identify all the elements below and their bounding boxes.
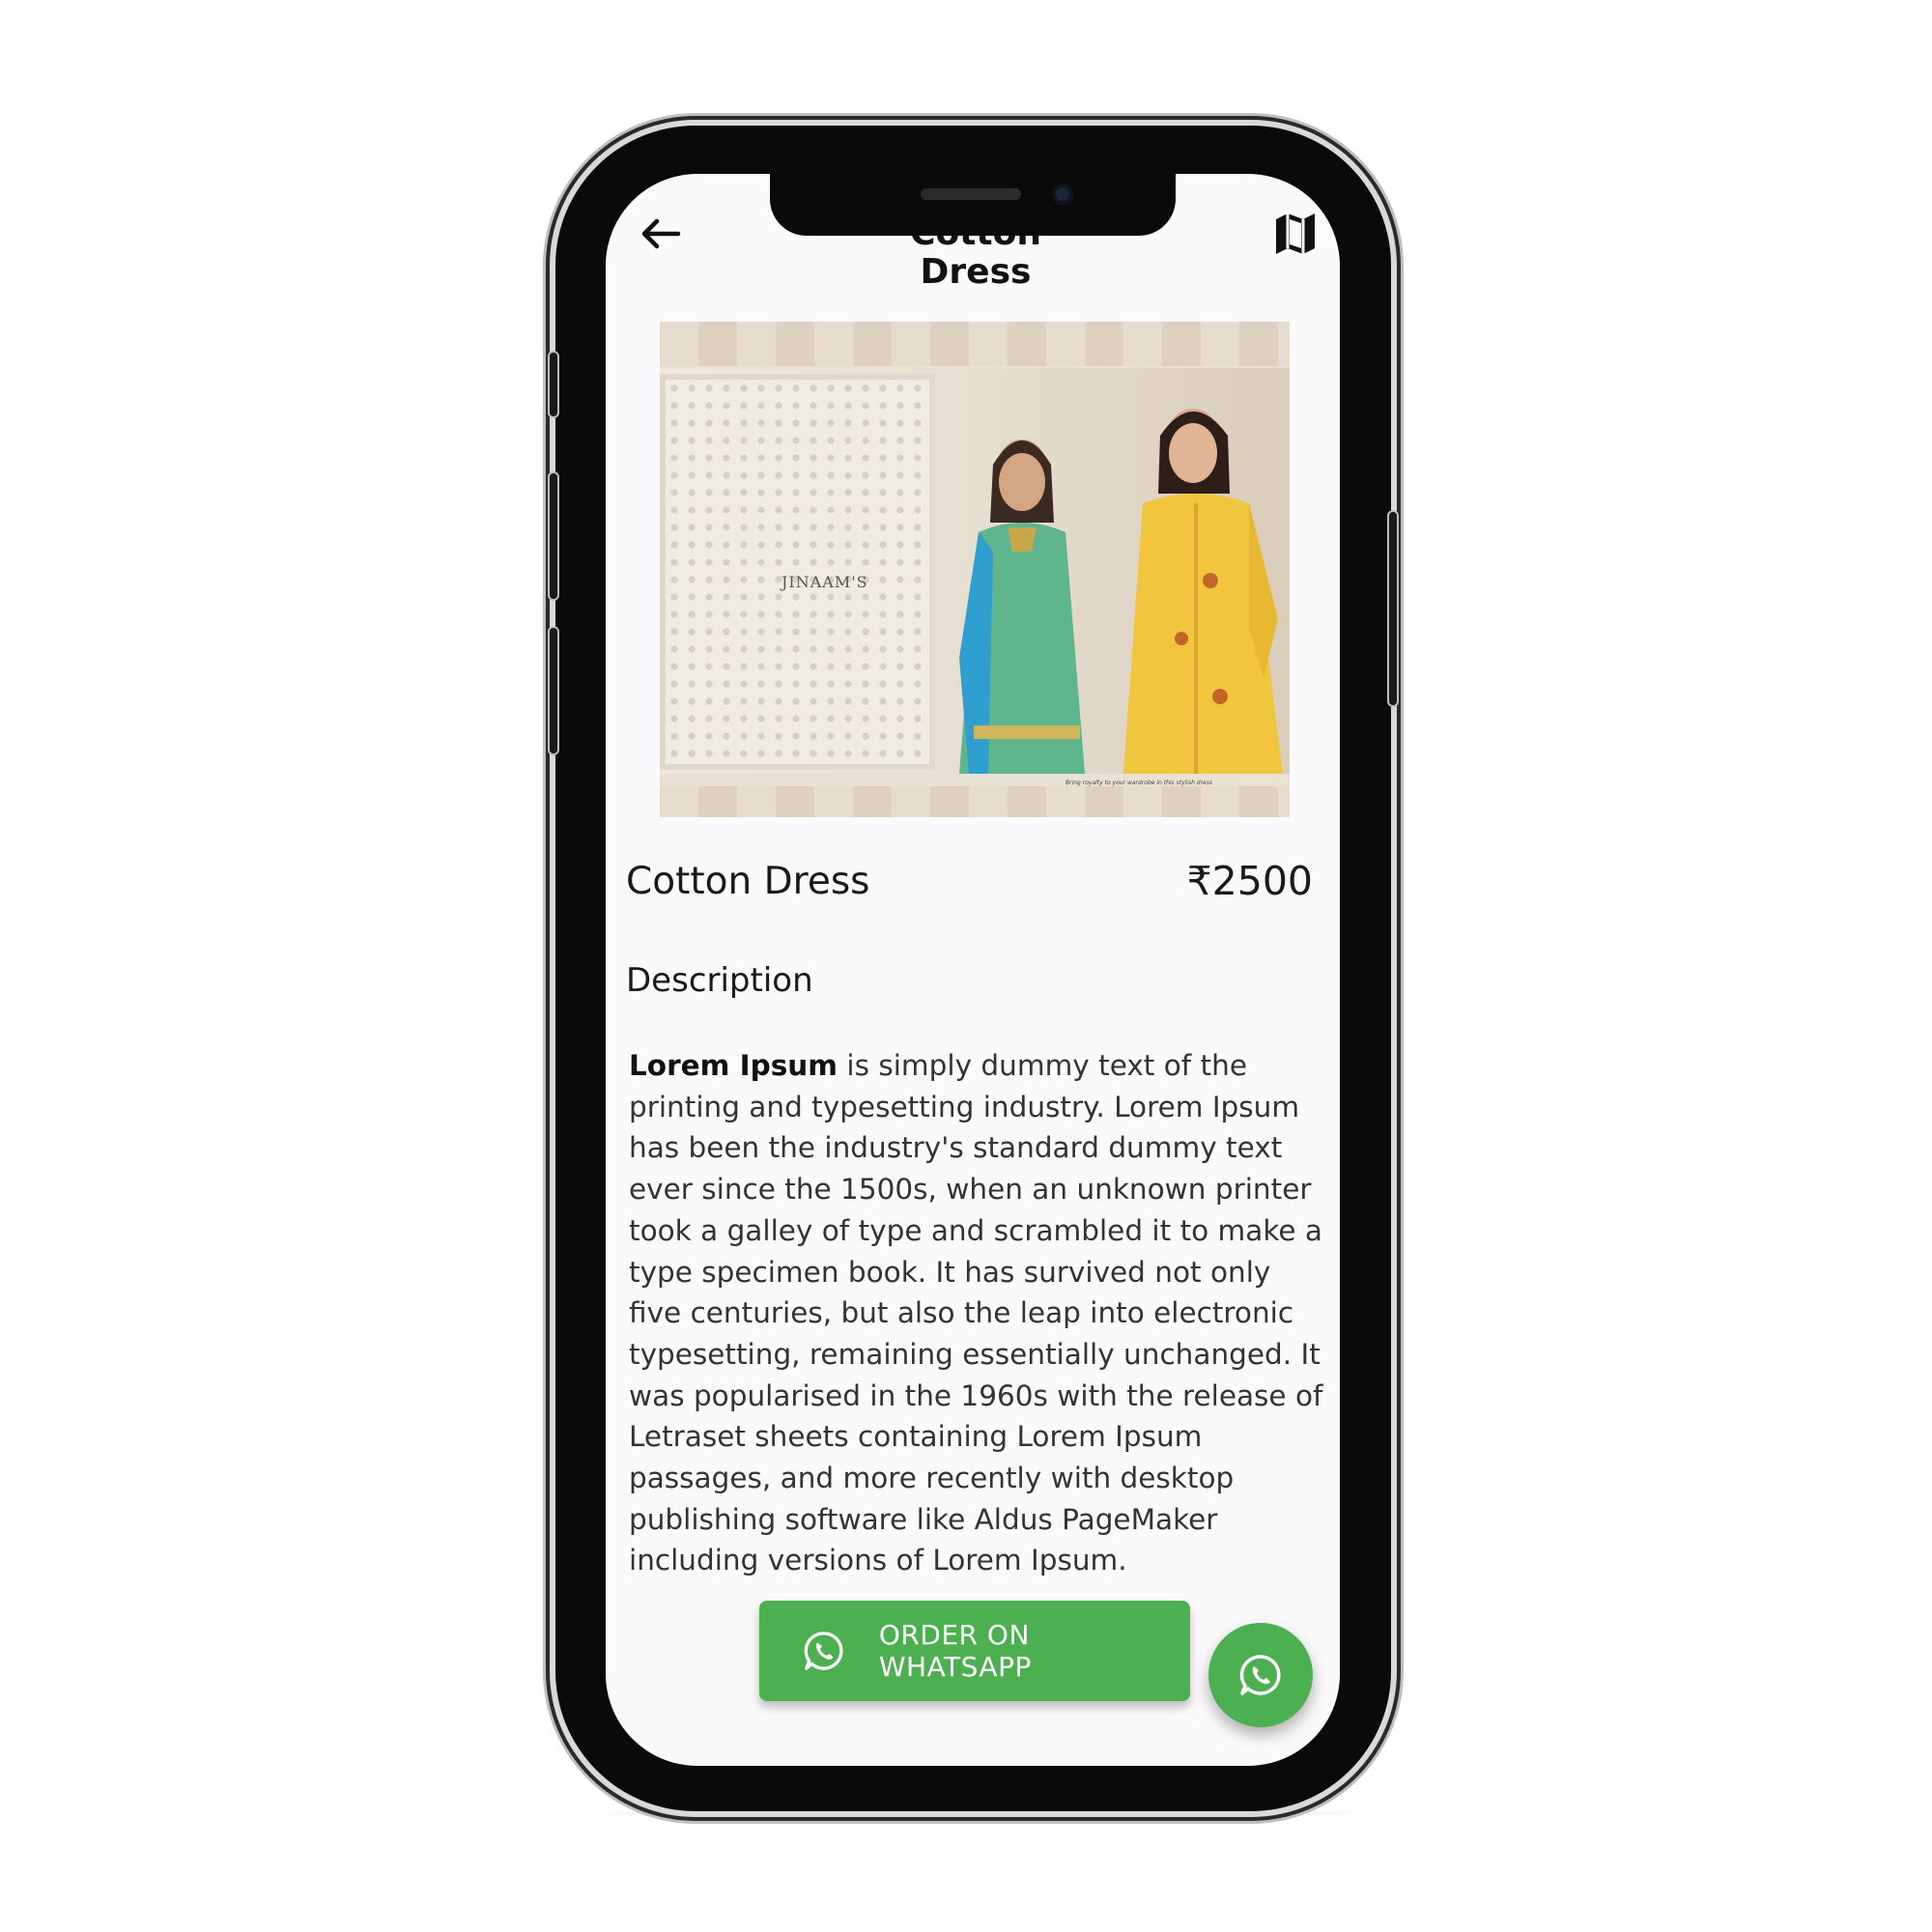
product-image: JINAAM'S Bring royalty to your wardrobe …	[660, 322, 1290, 817]
description-heading: Description	[626, 961, 813, 1000]
mute-switch	[550, 353, 557, 416]
brand-logo-text: JINAAM'S	[781, 573, 868, 591]
carved-screen-backdrop: JINAAM'S	[660, 374, 935, 770]
description-body: is simply dummy text of the printing and…	[629, 1049, 1323, 1577]
model-green-dress	[959, 440, 1085, 774]
whatsapp-icon	[804, 1632, 843, 1670]
product-name: Cotton Dress	[626, 860, 870, 903]
front-camera	[1052, 184, 1073, 205]
product-photo: JINAAM'S	[660, 368, 1290, 774]
description-text: Lorem Ipsum is simply dummy text of the …	[629, 1045, 1324, 1581]
order-on-whatsapp-button[interactable]: ORDER ON WHATSAPP	[759, 1601, 1190, 1701]
image-pattern-border-bottom	[660, 786, 1290, 817]
order-button-label: ORDER ON WHATSAPP	[878, 1619, 1032, 1683]
volume-up-button	[550, 473, 557, 599]
volume-down-button	[550, 628, 557, 753]
image-pattern-border-top	[660, 322, 1290, 366]
phone-notch	[770, 172, 1176, 236]
image-caption: Bring royalty to your wardrobe in this s…	[1065, 780, 1212, 786]
model-yellow-dress	[1123, 409, 1283, 774]
product-price: ₹2500	[1186, 858, 1313, 904]
map-icon[interactable]	[1273, 210, 1318, 258]
whatsapp-fab-button[interactable]	[1208, 1623, 1313, 1727]
whatsapp-icon	[1239, 1655, 1281, 1695]
power-button	[1389, 512, 1397, 705]
description-lead: Lorem Ipsum	[629, 1049, 838, 1082]
arrow-left-icon[interactable]	[639, 214, 682, 253]
speaker-grille	[921, 188, 1021, 200]
